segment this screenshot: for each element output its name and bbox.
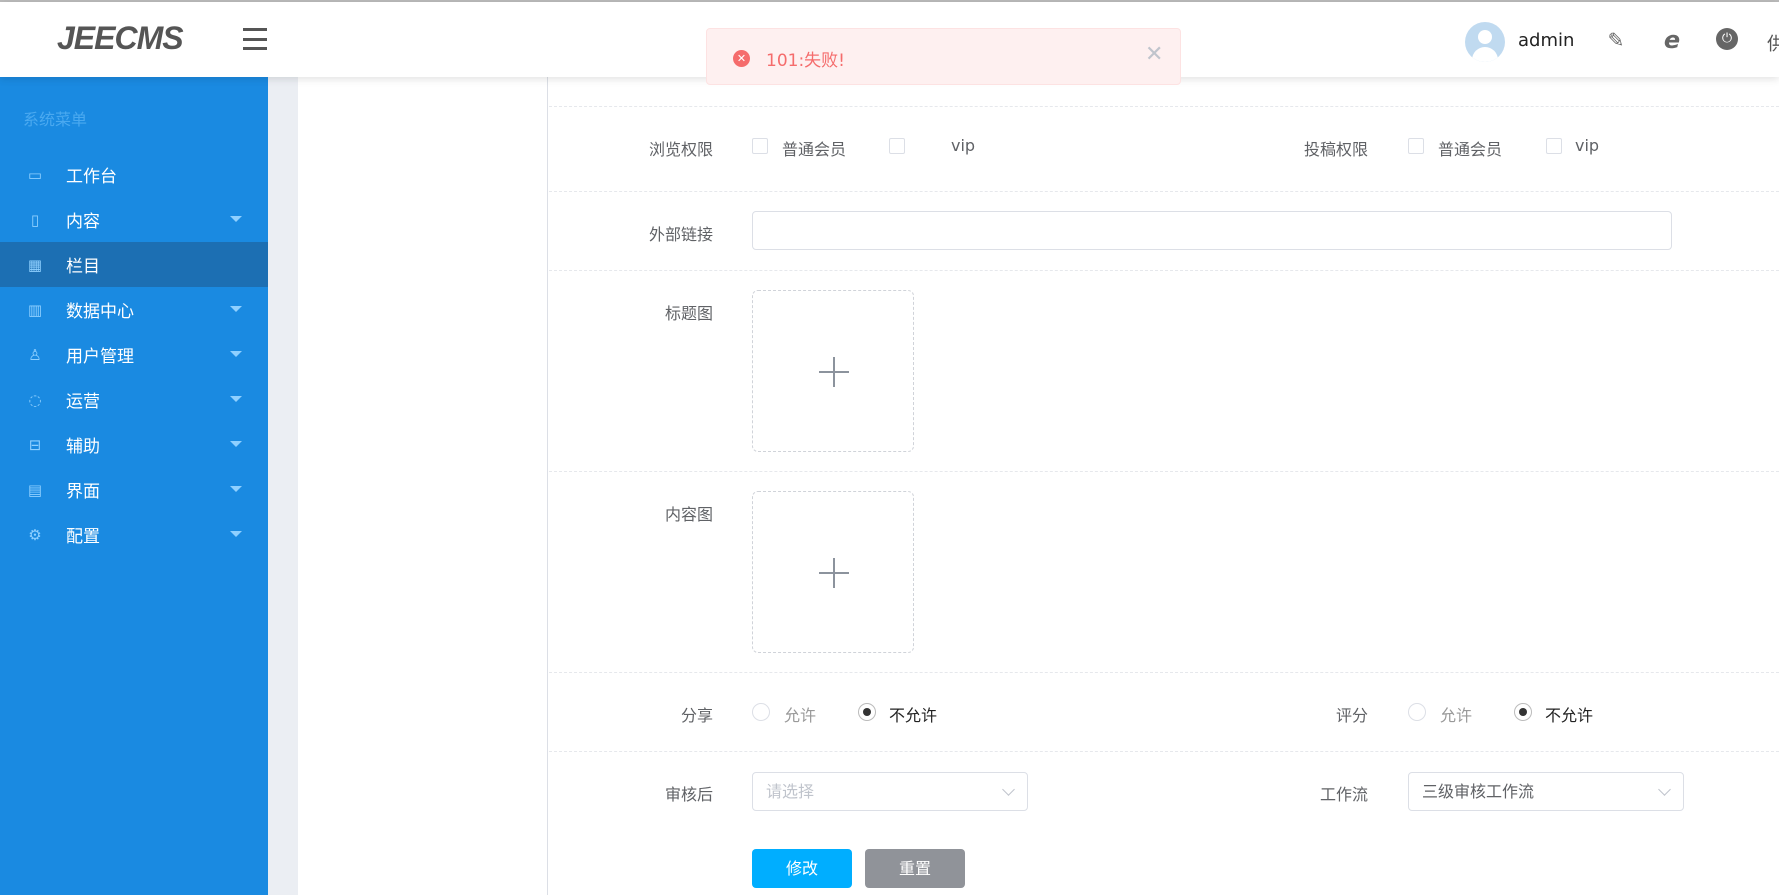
sidebar-item-label: 栏目	[66, 257, 100, 277]
sidebar-item-label: 辅助	[66, 437, 100, 457]
ie-browser-icon[interactable]: e	[1660, 28, 1684, 52]
cycle-icon: ◌	[28, 390, 42, 409]
submit-permission-label: 投稿权限	[1303, 140, 1368, 159]
caret-down-icon	[230, 486, 242, 492]
caret-down-icon	[230, 216, 242, 222]
rating-deny-radio[interactable]	[1514, 703, 1532, 721]
header-link-cut[interactable]: 供	[1767, 30, 1779, 56]
divider	[549, 106, 1779, 107]
browse-member-label[interactable]: 普通会员	[782, 136, 846, 160]
logo[interactable]: JEECMS	[57, 20, 184, 57]
tree-panel	[298, 77, 548, 895]
gutter	[268, 77, 298, 895]
browse-member-checkbox[interactable]	[752, 138, 768, 154]
submit-vip-checkbox[interactable]	[1546, 138, 1562, 154]
content-image-upload[interactable]	[752, 491, 914, 653]
user-edit-icon[interactable]: ✎	[1604, 28, 1628, 52]
grid-icon: ▦	[27, 255, 43, 274]
divider	[549, 471, 1779, 472]
share-label: 分享	[680, 706, 713, 725]
sidebar-item-label: 运营	[66, 392, 100, 412]
browse-vip-label[interactable]: vip	[951, 136, 975, 155]
power-icon[interactable]: ⏻	[1716, 28, 1738, 50]
sidebar-item[interactable]: ▯ 内容	[0, 197, 268, 242]
workflow-label: 工作流	[1319, 785, 1368, 804]
bar-chart-icon: ▥	[27, 300, 43, 319]
sidebar-item-label: 用户管理	[66, 347, 134, 367]
sidebar-item-label: 配置	[66, 527, 100, 547]
submit-vip-label[interactable]: vip	[1575, 136, 1599, 155]
username[interactable]: admin	[1518, 30, 1574, 51]
sidebar-item-label: 内容	[66, 212, 100, 232]
sidebar-item[interactable]: ⚙ 配置	[0, 512, 268, 557]
sidebar-item[interactable]: ▤ 界面	[0, 467, 268, 512]
reset-button[interactable]: 重置	[865, 849, 965, 888]
sidebar-item[interactable]: ▭ 工作台	[0, 152, 268, 197]
sidebar-item[interactable]: ⊟ 辅助	[0, 422, 268, 467]
error-toast: ✕ 101:失败! ✕	[706, 28, 1181, 85]
chevron-down-icon	[1002, 783, 1015, 796]
sidebar-item[interactable]: ◌ 运营	[0, 377, 268, 422]
caret-down-icon	[230, 351, 242, 357]
sidebar-item-label: 工作台	[66, 167, 117, 187]
share-allow-radio[interactable]	[752, 703, 770, 721]
external-link-label: 外部链接	[648, 225, 713, 244]
close-icon[interactable]: ✕	[1145, 42, 1163, 67]
sidebar-item[interactable]: ▦ 栏目	[0, 242, 268, 287]
workflow-select[interactable]: 三级审核工作流	[1408, 772, 1684, 811]
divider	[549, 191, 1779, 192]
browse-vip-checkbox[interactable]	[889, 138, 905, 154]
after-review-select[interactable]: 请选择	[752, 772, 1028, 811]
sidebar-item-label: 数据中心	[66, 302, 134, 322]
share-deny-radio[interactable]	[858, 703, 876, 721]
caret-down-icon	[230, 531, 242, 537]
select-value: 三级审核工作流	[1422, 782, 1535, 801]
user-icon: ♙	[28, 345, 42, 364]
title-image-label: 标题图	[664, 304, 713, 323]
chevron-down-icon	[1658, 783, 1671, 796]
rating-allow-radio[interactable]	[1408, 703, 1426, 721]
sidebar-item-label: 界面	[66, 482, 100, 502]
select-placeholder: 请选择	[766, 782, 815, 801]
document-icon: ▯	[30, 210, 40, 229]
rating-allow-label[interactable]: 允许	[1440, 702, 1472, 726]
caret-down-icon	[230, 396, 242, 402]
avatar[interactable]	[1465, 22, 1505, 62]
sidebar-title: 系统菜单	[23, 110, 88, 129]
monitor-icon: ▭	[27, 165, 43, 184]
submit-member-checkbox[interactable]	[1408, 138, 1424, 154]
sidebar-item[interactable]: ▥ 数据中心	[0, 287, 268, 332]
toolbox-icon: ⊟	[28, 435, 42, 454]
divider	[549, 672, 1779, 673]
submit-button[interactable]: 修改	[752, 849, 852, 888]
submit-member-label[interactable]: 普通会员	[1438, 136, 1502, 160]
browse-permission-label: 浏览权限	[648, 140, 713, 159]
toast-message: 101:失败!	[766, 51, 845, 71]
content-image-label: 内容图	[664, 505, 713, 524]
external-link-input[interactable]	[752, 211, 1672, 250]
after-review-label: 审核后	[664, 785, 713, 804]
share-allow-label[interactable]: 允许	[784, 702, 816, 726]
sidebar-item[interactable]: ♙ 用户管理	[0, 332, 268, 377]
caret-down-icon	[230, 441, 242, 447]
menu-toggle-icon[interactable]	[243, 28, 267, 50]
error-icon: ✕	[733, 50, 750, 67]
divider	[549, 270, 1779, 271]
divider	[549, 751, 1779, 752]
rating-label: 评分	[1335, 706, 1368, 725]
gear-icon: ⚙	[28, 525, 42, 544]
rating-deny-label[interactable]: 不允许	[1545, 702, 1593, 726]
layout-icon: ▤	[27, 480, 43, 499]
caret-down-icon	[230, 306, 242, 312]
share-deny-label[interactable]: 不允许	[889, 702, 937, 726]
title-image-upload[interactable]	[752, 290, 914, 452]
